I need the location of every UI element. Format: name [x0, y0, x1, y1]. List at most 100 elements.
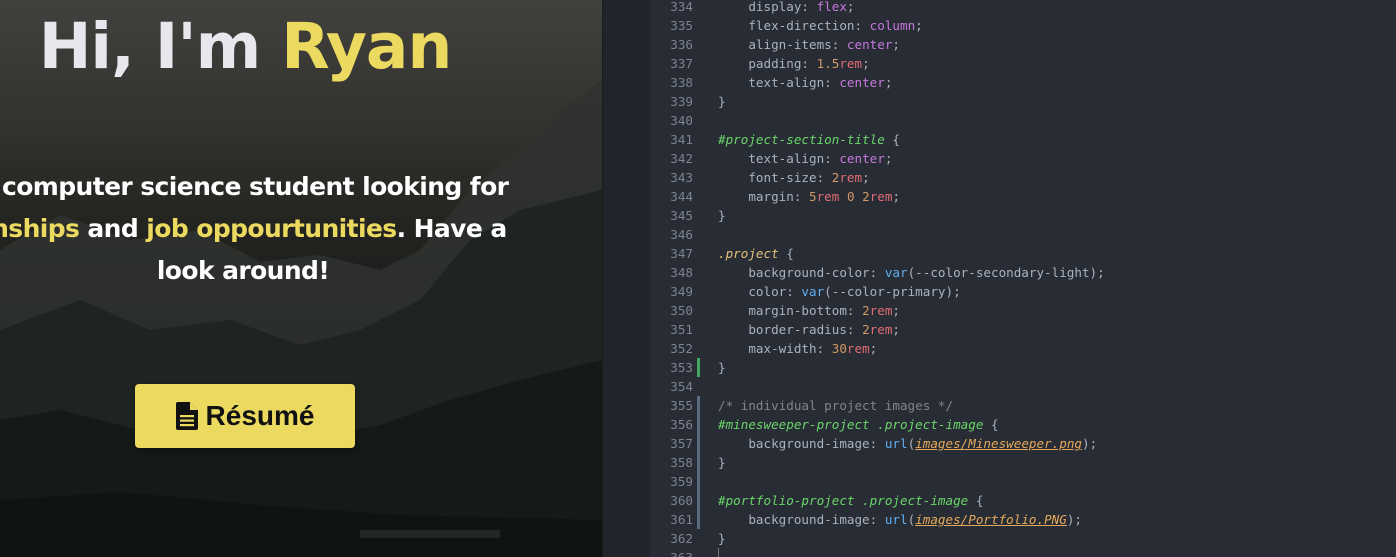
code-editor[interactable]: 334 display: flex; 335 flex-direction: co… — [650, 0, 1396, 557]
code-line[interactable]: 360 #portfolio-project .project-image { — [650, 491, 1396, 510]
document-icon — [175, 402, 198, 430]
pane-divider[interactable] — [602, 0, 651, 557]
line-number: 363 — [650, 548, 693, 557]
code-line[interactable]: 341 #project-section-title { — [650, 130, 1396, 149]
code-token: rem — [846, 341, 870, 356]
code-line[interactable]: 359 — [650, 472, 1396, 491]
code-line[interactable]: 355 /* individual project images */ — [650, 396, 1396, 415]
code-line[interactable]: 357 background-image: url(images/Mineswe… — [650, 434, 1396, 453]
line-number: 344 — [670, 189, 693, 204]
url-link[interactable]: images/Portfolio.PNG — [915, 512, 1067, 527]
code-token: rem — [869, 189, 893, 204]
code-text: margin-bottom: 2rem; — [718, 301, 900, 320]
code-line[interactable]: 336 align-items: center; — [650, 35, 1396, 54]
code-line[interactable]: 351 border-radius: 2rem; — [650, 320, 1396, 339]
code-text: align-items: center; — [718, 35, 900, 54]
code-token: rem — [839, 170, 863, 185]
code-token: : — [824, 151, 840, 166]
code-token: .project — [718, 246, 779, 261]
code-line[interactable]: 354 — [650, 377, 1396, 396]
code-token: { — [983, 417, 999, 432]
code-token: } — [718, 531, 726, 546]
code-token: rem — [869, 303, 893, 318]
code-token: : — [816, 170, 832, 185]
code-text: /* individual project images */ — [718, 396, 953, 415]
code-token: url — [884, 512, 908, 527]
line-number: 343 — [670, 170, 693, 185]
code-line[interactable]: 340 — [650, 111, 1396, 130]
code-token: text-align — [718, 75, 825, 90]
line-number: 336 — [670, 37, 693, 52]
code-text: background-image: url(images/Portfolio.P… — [718, 510, 1082, 529]
code-token: ; — [892, 37, 900, 52]
line-number: 361 — [670, 512, 693, 527]
code-token: rem — [869, 322, 893, 337]
code-line[interactable]: 348 background-color: var(--color-second… — [650, 263, 1396, 282]
url-link[interactable]: images/Minesweeper.png — [915, 436, 1082, 451]
hero-subtitle-and: and — [79, 214, 147, 243]
code-token: 2 — [862, 303, 870, 318]
code-token: url — [884, 436, 908, 451]
code-token: margin — [718, 189, 794, 204]
code-token: flex — [816, 0, 847, 14]
resume-button[interactable]: Résumé — [135, 384, 355, 448]
code-token: ; — [915, 18, 923, 33]
code-line[interactable]: 356 #minesweeper-project .project-image { — [650, 415, 1396, 434]
code-token: var — [884, 265, 908, 280]
code-line[interactable]: 344 margin: 5rem 0 2rem; — [650, 187, 1396, 206]
code-text: background-image: url(images/Minesweeper… — [718, 434, 1097, 453]
code-line[interactable]: 350 margin-bottom: 2rem; — [650, 301, 1396, 320]
code-token: 30 — [831, 341, 847, 356]
code-token: : — [816, 341, 832, 356]
git-modified-marker — [697, 510, 700, 529]
code-line[interactable]: 342 text-align: center; — [650, 149, 1396, 168]
code-token: center — [839, 75, 885, 90]
hero-subtitle-line3: look around! — [156, 256, 330, 285]
code-token: } — [718, 208, 726, 223]
code-line[interactable]: 352 max-width: 30rem; — [650, 339, 1396, 358]
git-modified-marker — [697, 491, 700, 510]
code-line[interactable]: 358} — [650, 453, 1396, 472]
code-line[interactable]: 353} — [650, 358, 1396, 377]
code-text: .project { — [718, 244, 794, 263]
git-added-marker — [697, 358, 700, 377]
code-line[interactable]: 339} — [650, 92, 1396, 111]
code-line[interactable]: 349 color: var(--color-primary); — [650, 282, 1396, 301]
line-number: 337 — [670, 56, 693, 71]
code-token: 5 — [809, 189, 817, 204]
line-number: 350 — [670, 303, 693, 318]
code-token: .project-image — [877, 417, 984, 432]
code-token: ; — [846, 0, 855, 14]
line-number: 341 — [670, 132, 693, 147]
line-number: 348 — [670, 265, 693, 280]
code-token: center — [846, 37, 893, 52]
code-line[interactable]: 346 — [650, 225, 1396, 244]
line-number: 345 — [670, 208, 693, 223]
code-token: : — [824, 75, 840, 90]
code-line[interactable]: 345} — [650, 206, 1396, 225]
code-line[interactable]: 362} — [650, 529, 1396, 548]
line-number: 355 — [670, 398, 693, 413]
code-token: #portfolio-project — [718, 493, 855, 508]
code-line[interactable]: 337 padding: 1.5rem; — [650, 54, 1396, 73]
code-line[interactable]: 335 flex-direction: column; — [650, 16, 1396, 35]
code-line[interactable]: 347 .project { — [650, 244, 1396, 263]
code-line[interactable]: 338 text-align: center; — [650, 73, 1396, 92]
code-token: background-color — [718, 265, 870, 280]
hero-title: Hi, I'm Ryan — [0, 6, 490, 88]
code-token: ); — [1066, 512, 1082, 527]
code-line[interactable]: 334 display: flex; — [650, 0, 1396, 16]
code-line[interactable]: 363 — [650, 548, 1396, 557]
code-token: flex-direction — [718, 18, 855, 33]
hero-title-greeting: Hi, I'm — [38, 10, 282, 83]
code-text: #portfolio-project .project-image { — [718, 491, 983, 510]
code-token: ; — [892, 303, 901, 318]
code-token: ; — [892, 322, 901, 337]
code-token: display — [718, 0, 802, 14]
code-line[interactable]: 343 font-size: 2rem; — [650, 168, 1396, 187]
line-number: 346 — [670, 227, 693, 242]
code-line[interactable]: 361 background-image: url(images/Portfol… — [650, 510, 1396, 529]
code-text: margin: 5rem 0 2rem; — [718, 187, 900, 206]
code-token: ; — [892, 189, 901, 204]
